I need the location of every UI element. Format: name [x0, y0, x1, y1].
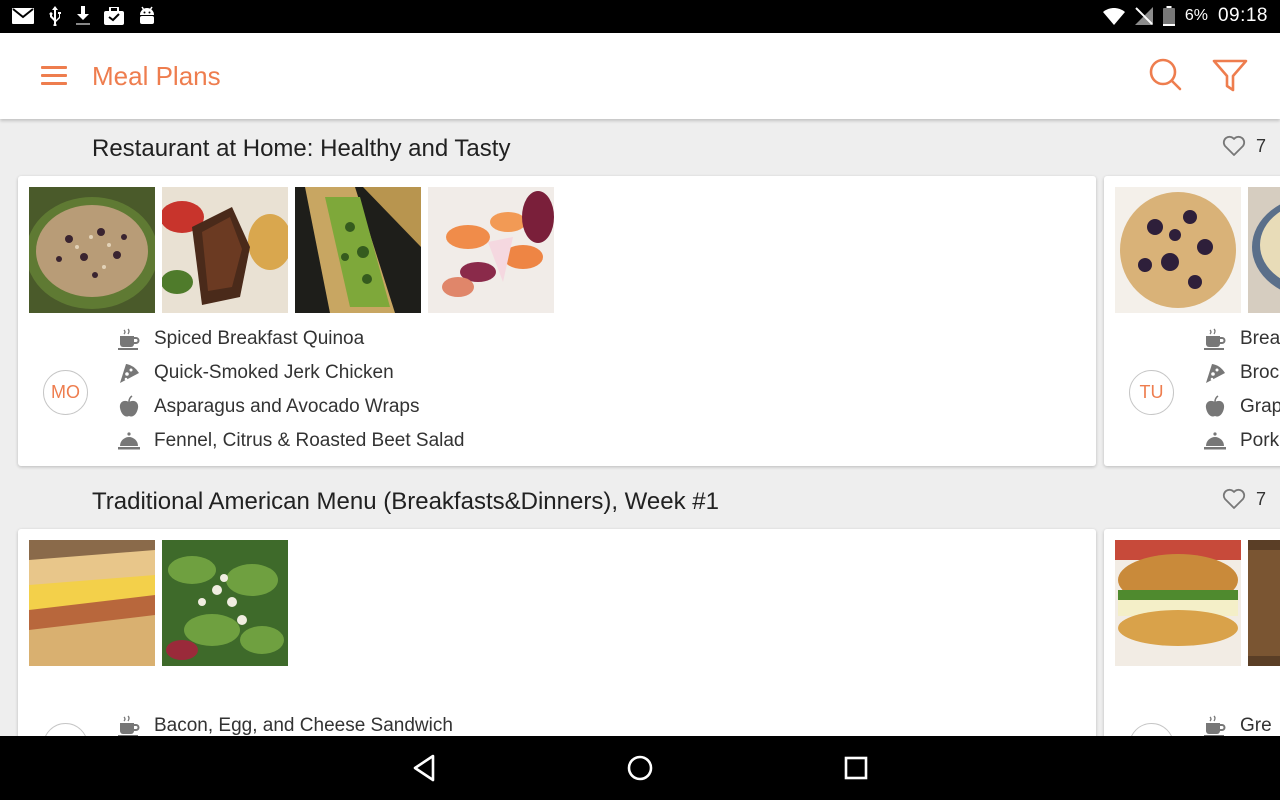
meal-name: Asparagus and Avocado Wraps	[154, 396, 420, 417]
cloche-icon	[118, 432, 140, 450]
meal-row-breakfast[interactable]: Brea	[1203, 322, 1280, 356]
meal-photos	[1115, 187, 1280, 313]
back-button[interactable]	[405, 750, 445, 786]
meal-row-lunch[interactable]: Quick-Smoked Jerk Chicken	[117, 356, 465, 390]
home-button[interactable]	[620, 750, 660, 786]
meal-row-breakfast[interactable]: Bacon, Egg, and Cheese Sandwich	[117, 709, 453, 736]
likes-counter[interactable]: 7	[1222, 135, 1266, 157]
menu-icon-line	[41, 66, 67, 69]
bowl-photo	[1248, 187, 1280, 313]
meal-row-lunch[interactable]: Broc	[1203, 356, 1280, 390]
clock: 09:18	[1217, 5, 1268, 26]
wrap-photo	[295, 187, 421, 313]
coffee-cup-icon	[118, 715, 140, 736]
beet-salad-photo	[428, 187, 554, 313]
apple-icon	[1205, 395, 1225, 417]
apple-icon	[119, 395, 139, 417]
mail-icon	[12, 8, 34, 24]
menu-button[interactable]	[36, 59, 72, 93]
meal-row-breakfast[interactable]: Spiced Breakfast Quinoa	[117, 322, 465, 356]
quinoa-photo	[29, 187, 155, 313]
bagel-photo	[1115, 540, 1241, 666]
meal-name: Quick-Smoked Jerk Chicken	[154, 362, 394, 383]
meal-name: Gre	[1240, 715, 1272, 736]
day-card-monday[interactable]: Bacon, Egg, and Cheese Sandwich	[18, 529, 1096, 736]
navigation-bar	[0, 736, 1280, 800]
recents-button[interactable]	[836, 750, 876, 786]
no-signal-icon	[1134, 7, 1153, 25]
meal-row-dinner[interactable]: Pork	[1203, 424, 1280, 458]
coffee-cup-icon	[1204, 328, 1226, 350]
battery-icon	[1162, 6, 1175, 26]
heart-icon	[1222, 135, 1246, 156]
green-salad-photo	[162, 540, 288, 666]
android-icon	[140, 6, 154, 24]
meal-name: Broc	[1240, 362, 1280, 383]
back-icon	[413, 754, 435, 782]
plan-title[interactable]: Traditional American Menu (Breakfasts&Di…	[92, 488, 719, 516]
briefcase-icon	[104, 7, 124, 25]
meal-photos	[29, 540, 288, 666]
toast-photo	[1248, 540, 1280, 666]
day-badge	[43, 723, 88, 736]
berry-muffin-photo	[1115, 187, 1241, 313]
meal-name: Spiced Breakfast Quinoa	[154, 328, 365, 349]
home-icon	[627, 755, 653, 781]
meal-name: Brea	[1240, 328, 1280, 349]
status-bar: 6% 09:18	[0, 0, 1280, 33]
filter-button[interactable]	[1208, 53, 1252, 97]
likes-counter[interactable]: 7	[1222, 488, 1266, 510]
page-title: Meal Plans	[92, 61, 221, 91]
wifi-icon	[1102, 7, 1125, 25]
search-icon	[1149, 58, 1182, 91]
meal-name: Fennel, Citrus & Roasted Beet Salad	[154, 430, 465, 451]
meal-row-snack[interactable]: Asparagus and Avocado Wraps	[117, 390, 465, 424]
meal-plan-list[interactable]: Restaurant at Home: Healthy and Tasty 7	[0, 119, 1280, 736]
menu-icon-line	[41, 74, 67, 77]
usb-icon	[49, 6, 61, 26]
recents-icon	[844, 756, 868, 780]
day-badge	[1129, 723, 1174, 736]
meal-row-snack[interactable]: Grap	[1203, 390, 1280, 424]
likes-count: 7	[1255, 488, 1266, 509]
meal-name: Grap	[1240, 396, 1280, 417]
battery-percent: 6%	[1184, 7, 1208, 24]
day-card-tuesday[interactable]: TU Brea Broc Grap Pork	[1104, 176, 1280, 466]
sandwich-photo	[29, 540, 155, 666]
meal-list: Brea Broc Grap Pork	[1203, 322, 1280, 458]
meal-list: Spiced Breakfast Quinoa Quick-Smoked Jer…	[117, 322, 465, 458]
jerk-chicken-photo	[162, 187, 288, 313]
meal-name: Bacon, Egg, and Cheese Sandwich	[154, 715, 453, 736]
likes-count: 7	[1255, 135, 1266, 156]
cloche-icon	[1204, 432, 1226, 450]
meal-photos	[29, 187, 554, 313]
meal-list: Gre	[1203, 709, 1272, 736]
heart-icon	[1222, 488, 1246, 509]
pizza-slice-icon	[1206, 364, 1225, 383]
day-badge: MO	[43, 370, 88, 415]
meal-row-dinner[interactable]: Fennel, Citrus & Roasted Beet Salad	[117, 424, 465, 458]
app-bar: Meal Plans	[0, 33, 1280, 119]
menu-icon-line	[41, 82, 67, 85]
pizza-slice-icon	[120, 364, 139, 383]
download-icon	[76, 6, 90, 25]
search-button[interactable]	[1143, 53, 1187, 97]
day-card-tuesday[interactable]: Gre	[1104, 529, 1280, 736]
meal-row-breakfast[interactable]: Gre	[1203, 709, 1272, 736]
meal-list: Bacon, Egg, and Cheese Sandwich	[117, 709, 453, 736]
coffee-cup-icon	[1204, 715, 1226, 736]
day-card-monday[interactable]: MO Spiced Breakfast Quinoa Quick-Smoked …	[18, 176, 1096, 466]
plan-title[interactable]: Restaurant at Home: Healthy and Tasty	[92, 135, 510, 163]
filter-icon	[1212, 59, 1248, 92]
meal-photos	[1115, 540, 1280, 666]
day-badge: TU	[1129, 370, 1174, 415]
coffee-cup-icon	[118, 328, 140, 350]
meal-name: Pork	[1240, 430, 1280, 451]
